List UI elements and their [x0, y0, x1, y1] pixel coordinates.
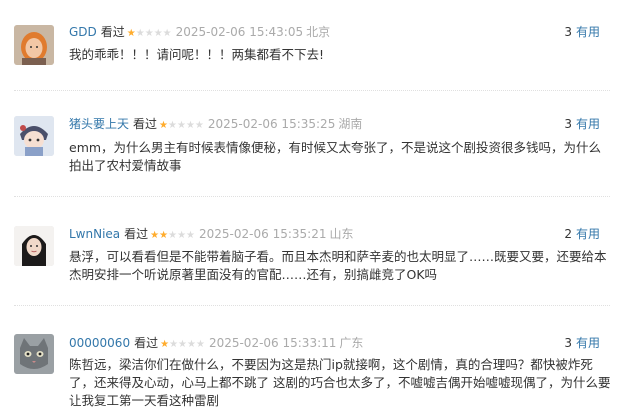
star-filled-icon: ★ [126, 28, 136, 39]
rating-stars: ★★★★★ [159, 118, 204, 134]
useful-votes: 3 有用 [564, 116, 600, 132]
comment-text: emm，为什么男主有时候表情像便秘，有时候又太夸张了，不是说这个剧投资很多钱吗，… [69, 140, 602, 173]
star-empty-icon: ★ [194, 120, 204, 131]
comment-meta: 00000060 看过 ★★★★★ 2025-02-06 15:33:11 广东 3 有用 [69, 335, 610, 351]
username-link[interactable]: 00000060 [69, 336, 130, 350]
useful-button[interactable]: 有用 [576, 25, 600, 39]
useful-button[interactable]: 有用 [576, 227, 600, 241]
username-link[interactable]: GDD [69, 25, 97, 39]
star-empty-icon: ★ [144, 28, 154, 39]
comment-location: 湖南 [338, 117, 363, 131]
star-filled-icon: ★ [150, 230, 160, 241]
star-empty-icon: ★ [135, 28, 145, 39]
vote-count: 3 [564, 117, 572, 131]
username-link[interactable]: LwnNiea [69, 227, 120, 241]
comment-text: 陈哲远，梁洁你们在做什么，不要因为这是热门ip就接啊，这个剧情，真的合理吗？都快… [69, 357, 611, 408]
watch-status: 看过 [100, 25, 125, 39]
star-empty-icon: ★ [178, 339, 187, 350]
comment-location: 山东 [329, 227, 354, 241]
star-empty-icon: ★ [177, 230, 187, 241]
divider [14, 90, 610, 91]
star-empty-icon: ★ [169, 339, 179, 350]
divider [14, 305, 610, 306]
avatar-cat-photo-icon [14, 334, 54, 374]
comment-meta: LwnNiea 看过 ★★★★★ 2025-02-06 15:35:21 山东 2 有用 [69, 226, 610, 242]
rating-stars: ★★★★★ [160, 337, 205, 353]
star-empty-icon: ★ [186, 230, 196, 241]
star-empty-icon: ★ [153, 28, 163, 39]
star-filled-icon: ★ [159, 230, 169, 241]
avatar-woman-orange-icon [14, 25, 54, 65]
star-filled-icon: ★ [159, 120, 168, 131]
divider [14, 196, 610, 197]
user-avatar[interactable] [14, 25, 54, 65]
comment-list: GDD 看过 ★★★★★ 2025-02-06 15:43:05 北京 3 有用 我的乖乖… [0, 0, 620, 415]
star-empty-icon: ★ [168, 230, 178, 241]
watch-status: 看过 [133, 117, 158, 131]
vote-count: 2 [564, 227, 572, 241]
avatar-cartoon-character-icon [14, 116, 54, 156]
watch-status: 看过 [124, 227, 149, 241]
useful-votes: 3 有用 [564, 335, 600, 351]
user-avatar[interactable] [14, 116, 54, 156]
comment-location: 广东 [339, 336, 364, 350]
comment-time: 2025-02-06 15:35:25 [207, 117, 336, 131]
comment-meta: 猪头要上天 看过 ★★★★★ 2025-02-06 15:35:25 湖南 3 有用 [69, 116, 610, 132]
username-link[interactable]: 猪头要上天 [69, 117, 129, 131]
useful-button[interactable]: 有用 [576, 117, 600, 131]
comment-text: 我的乖乖！！！请问呢！！！两集都看不下去! [69, 47, 325, 62]
useful-votes: 2 有用 [564, 226, 600, 242]
comment-time: 2025-02-06 15:35:21 [199, 227, 327, 241]
rating-stars: ★★★★★ [127, 26, 172, 42]
useful-votes: 3 有用 [564, 24, 600, 40]
comment-meta: GDD 看过 ★★★★★ 2025-02-06 15:43:05 北京 3 有用 [69, 24, 610, 40]
comment-text: 悬浮，可以看看但是不能带着脑子看。而且本杰明和萨辛麦的也太明显了……既要又要，还… [69, 249, 607, 282]
avatar-woman-dark-hair-icon [14, 226, 54, 266]
star-empty-icon: ★ [195, 339, 205, 350]
star-empty-icon: ★ [168, 120, 177, 131]
vote-count: 3 [564, 336, 572, 350]
user-avatar[interactable] [14, 226, 54, 266]
star-empty-icon: ★ [176, 120, 186, 131]
useful-button[interactable]: 有用 [576, 336, 600, 350]
star-empty-icon: ★ [187, 339, 196, 350]
watch-status: 看过 [134, 336, 159, 350]
user-avatar[interactable] [14, 334, 54, 374]
rating-stars: ★★★★★ [150, 228, 195, 244]
star-empty-icon: ★ [185, 120, 195, 131]
star-filled-icon: ★ [160, 339, 170, 350]
comment-location: 北京 [306, 25, 331, 39]
star-empty-icon: ★ [162, 28, 172, 39]
comment-time: 2025-02-06 15:43:05 [175, 25, 304, 39]
vote-count: 3 [564, 25, 572, 39]
comment-time: 2025-02-06 15:33:11 [208, 336, 337, 350]
